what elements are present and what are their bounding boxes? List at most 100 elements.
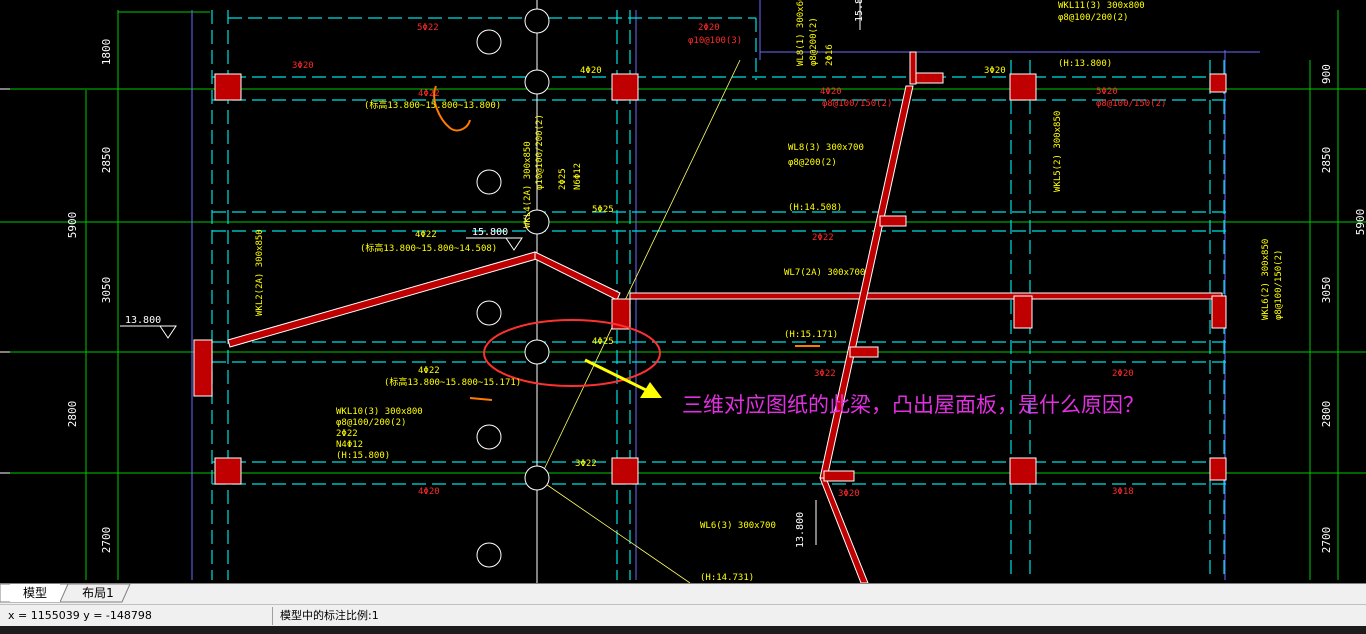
red-label-5: 3Φ22 <box>814 369 836 379</box>
axis-bubble-2 <box>524 69 550 95</box>
yellow-label-22: 2Φ16 <box>825 44 835 66</box>
yellow-label-26: (标高13.800~15.800~13.800) <box>364 99 501 111</box>
column-b1 <box>611 73 639 101</box>
yellow-label-24: φ8@100/150(2) <box>1274 250 1284 320</box>
status-bar: x = 1155039 y = -148798 模型中的标注比例:1 <box>0 604 1366 627</box>
column-b4 <box>611 457 639 485</box>
right-dimension-3: 3050 <box>1320 277 1333 304</box>
yellow-label-14: (H:15.171) <box>784 330 838 340</box>
detail-bubble-4 <box>476 424 502 450</box>
orange-marks <box>433 85 820 401</box>
yellow-label-12: (H:14.508) <box>788 203 842 213</box>
beam-wl7 <box>629 292 1223 300</box>
column-d4 <box>1209 457 1227 481</box>
yellow-label-31: 4Φ22 <box>418 366 440 376</box>
beam-stub-low <box>849 346 879 358</box>
beam-stub-vertical <box>909 51 917 85</box>
yellow-label-11: φ8@200(2) <box>788 158 837 168</box>
axis-bubble-4 <box>524 339 550 365</box>
column-a1 <box>214 73 242 101</box>
beam-sloped-left <box>227 251 541 348</box>
yellow-label-8: 2Φ25 <box>558 168 568 190</box>
red-label-12: φ8@100/150(2) <box>1096 99 1166 109</box>
axis-ticks <box>0 88 10 474</box>
column-c1 <box>1009 73 1037 101</box>
yellow-label-4: (H:15.800) <box>336 451 390 461</box>
red-label-7: 3Φ18 <box>1112 487 1134 497</box>
elevation-label-3: 15.800 <box>854 0 865 22</box>
arrow-shaft <box>584 358 651 394</box>
yellow-label-32: 3Φ22 <box>575 459 597 469</box>
left-dimension-3: 3050 <box>100 277 113 304</box>
question-annotation: 三维对应图纸的此梁，凸出屋面板，是什么原因？ <box>682 393 1144 417</box>
red-label-8: 3Φ20 <box>838 489 860 499</box>
cad-drawing-canvas[interactable]: 1800 2850 5900 3050 2800 2700 900 2850 5900 3050 2… <box>0 0 1366 583</box>
yellow-label-9: N6Φ12 <box>573 163 583 190</box>
left-dimension-5: 2700 <box>100 527 113 554</box>
left-dimension-0: 1800 <box>100 39 113 66</box>
yellow-label-34: 4Φ25 <box>592 337 614 347</box>
left-dimension-4: 2800 <box>66 401 79 428</box>
yellow-label-17: WKL11(3) 300x800 <box>1058 1 1145 11</box>
yellow-label-27: (标高13.800~15.800~14.508) <box>360 242 497 254</box>
yellow-label-21: φ8@200(2) <box>809 17 819 66</box>
yellow-label-1: φ8@100/200(2) <box>336 418 406 428</box>
leader-diagonal-2 <box>536 477 691 583</box>
tab-model[interactable]: 模型 <box>10 584 60 602</box>
red-label-2: 3Φ20 <box>292 61 314 71</box>
red-label-6: 2Φ20 <box>1112 369 1134 379</box>
red-label-3: 4Φ22 <box>418 89 440 99</box>
axis-bubble-1 <box>524 8 550 34</box>
detail-bubble-3 <box>476 300 502 326</box>
column-d1 <box>1209 73 1227 93</box>
red-label-4: 4Φ20 <box>418 487 440 497</box>
axis-bubbles <box>476 8 550 568</box>
yellow-label-30: 4Φ20 <box>580 66 602 76</box>
yellow-label-10: WL8(3) 300x700 <box>788 143 864 153</box>
yellow-label-6: WKL4(2A) 300x850 <box>523 141 533 228</box>
column-a4 <box>214 457 242 485</box>
red-label-11: 4Φ20 <box>820 87 842 97</box>
yellow-label-15: WL6(3) 300x700 <box>700 521 776 531</box>
red-label-0: 5Φ22 <box>417 23 439 33</box>
red-label-1: 2Φ20 <box>698 23 720 33</box>
yellow-label-19: (H:13.800) <box>1058 59 1112 69</box>
axis-bubble-5 <box>524 465 550 491</box>
status-separator <box>272 607 273 625</box>
yellow-label-35: 3Φ20 <box>984 66 1006 76</box>
red-label-10: φ10@100(3) <box>688 36 742 46</box>
red-label-14: 2Φ22 <box>812 233 834 243</box>
yellow-label-25: WKL5(2) 300x850 <box>1053 111 1063 192</box>
elevation-label-1: 13.800 <box>125 315 161 326</box>
beam-left-wall <box>193 339 213 397</box>
yellow-label-29: 4Φ22 <box>415 230 437 240</box>
drawing-svg[interactable]: 1800 2850 5900 3050 2800 2700 900 2850 5900 3050 2… <box>0 0 1366 583</box>
tab-layout1[interactable]: 布局1 <box>70 584 126 602</box>
taskbar-strip <box>0 626 1366 634</box>
annotation-scale[interactable]: 模型中的标注比例:1 <box>280 605 379 627</box>
yellow-label-20: WL8(1) 300x600 <box>796 0 806 66</box>
yellow-label-2: 2Φ22 <box>336 429 358 439</box>
coordinate-readout[interactable]: x = 1155039 y = -148798 <box>8 605 152 627</box>
beam-stub-bottom <box>823 470 855 482</box>
yellow-label-13: WL7(2A) 300x700 <box>784 268 865 278</box>
elev-marker-left <box>120 325 177 339</box>
detail-bubble-5 <box>476 542 502 568</box>
column-d3 <box>1211 295 1227 329</box>
yellow-label-23: WKL6(2) 300x850 <box>1261 239 1271 320</box>
layout-tab-bar: 模型 布局1 <box>0 583 1366 604</box>
yellow-label-28: (标高13.800~15.800~15.171) <box>384 376 521 388</box>
orange-underline-2 <box>469 397 493 401</box>
right-dimension-2: 5900 <box>1354 209 1366 236</box>
red-beams <box>193 51 1223 583</box>
yellow-label-3: N4Φ12 <box>336 440 363 450</box>
yellow-label-5: WKL2(2A) 300x850 <box>255 229 265 316</box>
elevation-label-2: 15.800 <box>472 227 508 238</box>
beam-sloped-right <box>534 251 621 301</box>
beam-stub-mid <box>879 215 907 227</box>
detail-bubble-2 <box>476 169 502 195</box>
right-dimension-5: 2700 <box>1320 527 1333 554</box>
annotation-arrow <box>584 358 662 398</box>
yellow-label-7: φ10@100/200(2) <box>535 114 545 190</box>
column-c3 <box>1013 295 1033 329</box>
